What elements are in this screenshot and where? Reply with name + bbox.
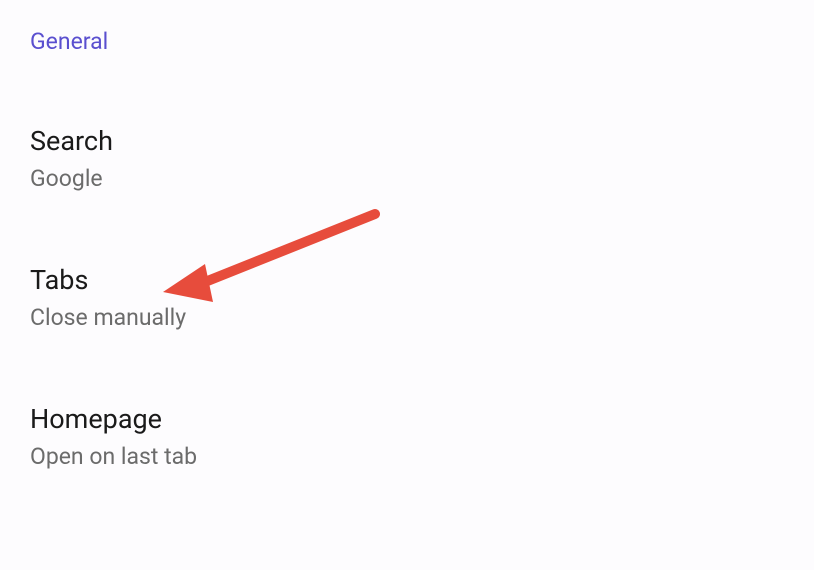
- setting-title-homepage: Homepage: [30, 403, 784, 435]
- setting-title-search: Search: [30, 125, 784, 157]
- section-header-general: General: [30, 28, 784, 55]
- setting-value-search: Google: [30, 165, 784, 192]
- setting-item-search[interactable]: Search Google: [30, 125, 784, 192]
- setting-value-homepage: Open on last tab: [30, 443, 784, 470]
- setting-item-tabs[interactable]: Tabs Close manually: [30, 264, 784, 331]
- settings-container: General Search Google Tabs Close manuall…: [0, 0, 814, 570]
- setting-item-homepage[interactable]: Homepage Open on last tab: [30, 403, 784, 470]
- setting-value-tabs: Close manually: [30, 304, 784, 331]
- setting-title-tabs: Tabs: [30, 264, 784, 296]
